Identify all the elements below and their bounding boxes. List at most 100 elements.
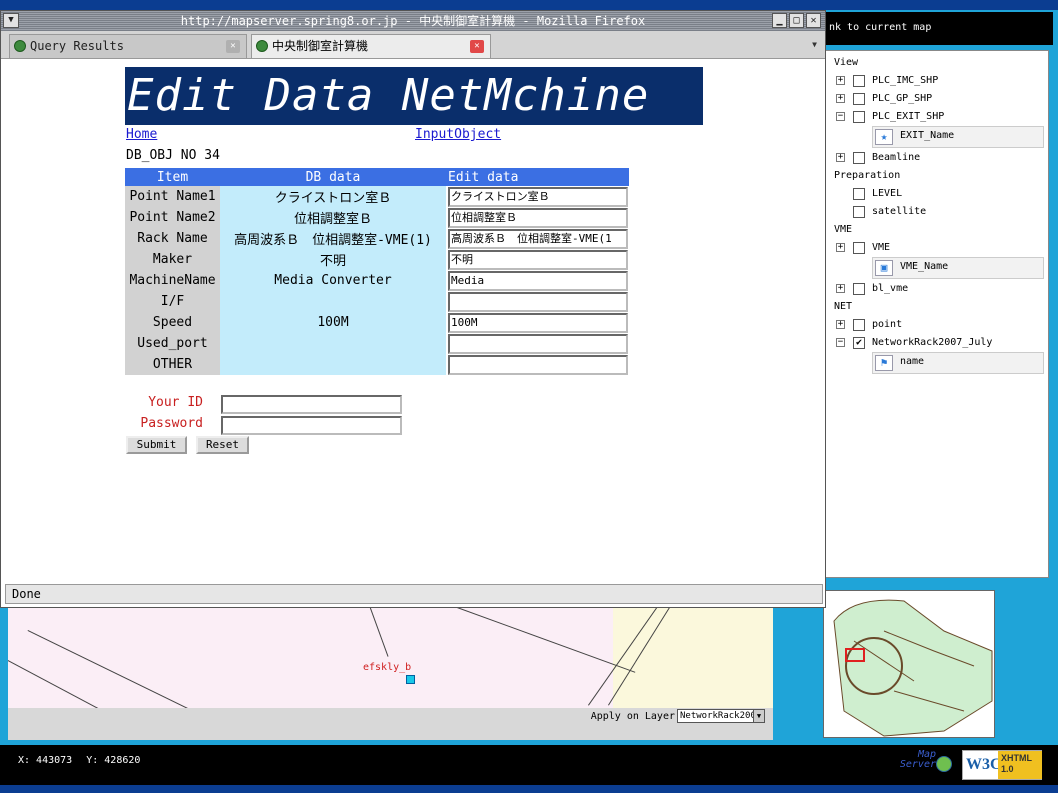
map-feature-marker[interactable] <box>406 675 415 684</box>
edit-data-input[interactable]: 高周波系Ｂ 位相調整室-VME(1 <box>448 228 628 249</box>
layer-checkbox[interactable] <box>853 111 865 123</box>
layer-checkbox[interactable] <box>853 319 865 331</box>
link-to-map[interactable]: nk to current map <box>825 12 1053 45</box>
reset-button[interactable]: Reset <box>196 436 249 454</box>
edit-data-cell: 高周波系Ｂ 位相調整室-VME(1 <box>446 228 629 249</box>
apply-layer-label: Apply on Layer <box>590 711 675 722</box>
close-icon[interactable]: ✕ <box>806 13 821 28</box>
map-line <box>437 600 636 673</box>
layer-label: Beamline <box>872 152 921 163</box>
submit-button[interactable]: Submit <box>126 436 187 454</box>
edit-data-cell: 位相調整室Ｂ <box>446 207 629 228</box>
edit-data-input[interactable]: Media <box>448 270 628 291</box>
tab-list-icon[interactable]: ▼ <box>812 40 817 49</box>
edit-data-input[interactable]: クライストロン室Ｂ <box>448 186 628 207</box>
legend-label: name <box>900 356 925 367</box>
map-line <box>8 660 185 708</box>
map-feature-label[interactable]: efskly_b <box>363 662 411 673</box>
edit-data-input[interactable]: 100M <box>448 312 628 333</box>
edit-data-table: Item DB data Edit data Point Name1 クライストロ… <box>125 168 629 375</box>
map-view[interactable]: efskly_b <box>8 600 773 708</box>
column-header-db-data: DB data <box>220 168 446 186</box>
collapse-icon[interactable]: − <box>836 112 845 121</box>
layer-checkbox[interactable]: ✔ <box>853 337 865 349</box>
edit-data-input[interactable]: 位相調整室Ｂ <box>448 207 628 228</box>
chevron-down-icon[interactable]: ▼ <box>753 710 764 722</box>
legend-item: ★ EXIT_Name <box>872 126 1044 148</box>
expand-icon[interactable]: + <box>836 284 845 293</box>
window-title: http://mapserver.spring8.or.jp - 中央制御室計算… <box>180 14 646 28</box>
db-data-cell: クライストロン室Ｂ <box>220 186 446 207</box>
expand-icon[interactable]: + <box>836 76 845 85</box>
tab-bar: Query Results ✕ 中央制御室計算機 ✕ ▼ <box>1 31 825 59</box>
column-header-edit-data: Edit data <box>446 168 629 186</box>
tab-query-results[interactable]: Query Results ✕ <box>9 34 247 58</box>
legend-item: ▣ VME_Name <box>872 257 1044 279</box>
layer-checkbox[interactable] <box>853 93 865 105</box>
table-body: Point Name1 クライストロン室Ｂ クライストロン室Ｂ Point Name2… <box>125 186 629 375</box>
legend-item: ⚑ name <box>872 352 1044 374</box>
table-row: I/F <box>125 291 629 312</box>
item-cell: Speed <box>125 312 220 333</box>
layer-tree: View + PLC_IMC_SHP + PLC_GP_SHP − PLC_EXIT_SHP… <box>825 50 1049 578</box>
layer-checkbox[interactable] <box>853 283 865 295</box>
expand-icon[interactable]: + <box>836 153 845 162</box>
tab-close-icon[interactable]: ✕ <box>226 40 240 53</box>
edit-data-cell: Media <box>446 270 629 291</box>
edit-data-input[interactable] <box>448 291 628 312</box>
xhtml-label: XHTML 1.0 <box>998 751 1042 779</box>
layer-label: PLC_IMC_SHP <box>872 75 939 86</box>
db-data-cell <box>220 354 446 375</box>
x-coordinate: X: 443073 <box>18 755 73 766</box>
legend-label: EXIT_Name <box>900 130 955 141</box>
expand-icon[interactable]: + <box>836 94 845 103</box>
maximize-icon[interactable]: □ <box>789 13 804 28</box>
your-id-input[interactable] <box>221 395 402 414</box>
globe-icon <box>936 756 952 772</box>
group-label: View <box>834 57 859 68</box>
db-data-cell <box>220 291 446 312</box>
apply-layer-bar: Apply on Layer NetworkRack2007_July ▼ <box>8 708 773 740</box>
network-icon: ⚑ <box>875 355 893 371</box>
layer-checkbox[interactable] <box>853 152 865 164</box>
layer-checkbox[interactable] <box>853 75 865 87</box>
item-cell: Used_port <box>125 333 220 354</box>
minimize-icon[interactable]: ▁ <box>772 13 787 28</box>
edit-data-input[interactable]: 不明 <box>448 249 628 270</box>
item-cell: MachineName <box>125 270 220 291</box>
map-yellow-area <box>613 600 773 708</box>
window-titlebar[interactable]: ▼ http://mapserver.spring8.or.jp - 中央制御室… <box>1 11 825 31</box>
edit-data-cell <box>446 333 629 354</box>
db-data-cell: 高周波系Ｂ 位相調整室-VME(1) <box>220 228 446 249</box>
tab-control-room[interactable]: 中央制御室計算機 ✕ <box>251 34 491 58</box>
w3c-xhtml-badge[interactable]: W3C XHTML 1.0 <box>962 750 1042 780</box>
item-cell: Maker <box>125 249 220 270</box>
edit-data-input[interactable] <box>448 333 628 354</box>
window-menu-icon[interactable]: ▼ <box>3 13 19 28</box>
collapse-icon[interactable]: − <box>836 338 845 347</box>
edit-data-cell: クライストロン室Ｂ <box>446 186 629 207</box>
expand-icon[interactable]: + <box>836 320 845 329</box>
layer-checkbox[interactable] <box>853 242 865 254</box>
table-row: OTHER <box>125 354 629 375</box>
apply-layer-select[interactable]: NetworkRack2007_July ▼ <box>677 709 765 723</box>
input-object-link[interactable]: InputObject <box>415 127 501 142</box>
expand-icon[interactable]: + <box>836 243 845 252</box>
table-row: Point Name1 クライストロン室Ｂ クライストロン室Ｂ <box>125 186 629 207</box>
layer-checkbox[interactable] <box>853 188 865 200</box>
password-input[interactable] <box>221 416 402 435</box>
home-link[interactable]: Home <box>126 127 157 142</box>
overview-map[interactable] <box>823 590 995 738</box>
tab-label: 中央制御室計算機 <box>272 39 369 53</box>
layer-checkbox[interactable] <box>853 206 865 218</box>
edit-data-input[interactable] <box>448 354 628 375</box>
db-object-number: DB_OBJ NO 34 <box>126 148 220 163</box>
group-label: Preparation <box>834 170 901 181</box>
tab-close-icon[interactable]: ✕ <box>470 40 484 53</box>
column-header-item: Item <box>125 168 220 186</box>
layer-label: PLC_EXIT_SHP <box>872 111 945 122</box>
table-row: MachineName Media Converter Media <box>125 270 629 291</box>
layer-label: LEVEL <box>872 188 903 199</box>
mapserver-logo[interactable]: Map Server <box>888 750 952 778</box>
edit-data-cell: 100M <box>446 312 629 333</box>
